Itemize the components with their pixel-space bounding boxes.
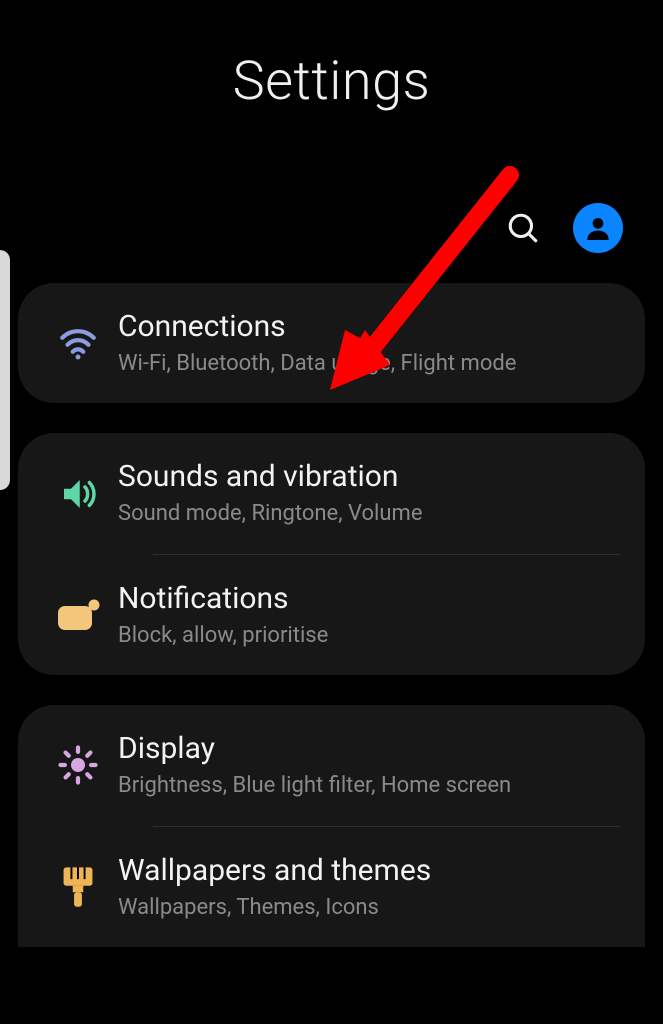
- search-icon: [506, 211, 540, 245]
- notifications-icon: [38, 598, 118, 632]
- settings-item-text: Sounds and vibration Sound mode, Rington…: [118, 459, 625, 527]
- sound-icon: [38, 473, 118, 515]
- brightness-icon: [38, 744, 118, 786]
- settings-item-connections[interactable]: Connections Wi-Fi, Bluetooth, Data usage…: [18, 283, 645, 403]
- settings-item-text: Display Brightness, Blue light filter, H…: [118, 731, 625, 799]
- settings-item-notifications[interactable]: Notifications Block, allow, prioritise: [18, 555, 645, 675]
- settings-item-text: Wallpapers and themes Wallpapers, Themes…: [118, 853, 625, 921]
- settings-item-wallpapers[interactable]: Wallpapers and themes Wallpapers, Themes…: [18, 827, 645, 947]
- settings-item-subtitle: Block, allow, prioritise: [118, 623, 625, 649]
- person-icon: [582, 212, 614, 244]
- profile-button[interactable]: [573, 203, 623, 253]
- settings-item-subtitle: Wi-Fi, Bluetooth, Data usage, Flight mod…: [118, 351, 625, 377]
- settings-item-display[interactable]: Display Brightness, Blue light filter, H…: [18, 705, 645, 825]
- settings-group-sounds-notifications: Sounds and vibration Sound mode, Rington…: [18, 433, 645, 675]
- settings-item-text: Notifications Block, allow, prioritise: [118, 581, 625, 649]
- settings-item-title: Notifications: [118, 581, 625, 617]
- settings-item-title: Wallpapers and themes: [118, 853, 625, 889]
- settings-item-subtitle: Sound mode, Ringtone, Volume: [118, 501, 625, 527]
- settings-group-display-wallpapers: Display Brightness, Blue light filter, H…: [18, 705, 645, 947]
- settings-item-sounds[interactable]: Sounds and vibration Sound mode, Rington…: [18, 433, 645, 553]
- paintbrush-icon: [38, 866, 118, 908]
- settings-item-title: Connections: [118, 309, 625, 345]
- settings-item-title: Sounds and vibration: [118, 459, 625, 495]
- edge-panel-handle[interactable]: [0, 250, 10, 490]
- toolbar: [0, 203, 663, 283]
- settings-item-title: Display: [118, 731, 625, 767]
- search-button[interactable]: [501, 206, 545, 250]
- settings-group-connections: Connections Wi-Fi, Bluetooth, Data usage…: [18, 283, 645, 403]
- settings-item-text: Connections Wi-Fi, Bluetooth, Data usage…: [118, 309, 625, 377]
- wifi-icon: [38, 322, 118, 364]
- page-title: Settings: [0, 0, 663, 203]
- settings-item-subtitle: Brightness, Blue light filter, Home scre…: [118, 773, 625, 799]
- settings-item-subtitle: Wallpapers, Themes, Icons: [118, 895, 625, 921]
